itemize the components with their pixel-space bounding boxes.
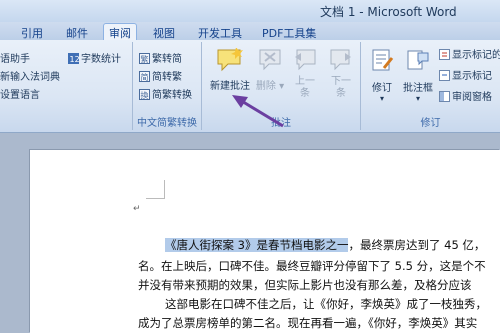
annotation-arrow-icon xyxy=(232,95,284,128)
